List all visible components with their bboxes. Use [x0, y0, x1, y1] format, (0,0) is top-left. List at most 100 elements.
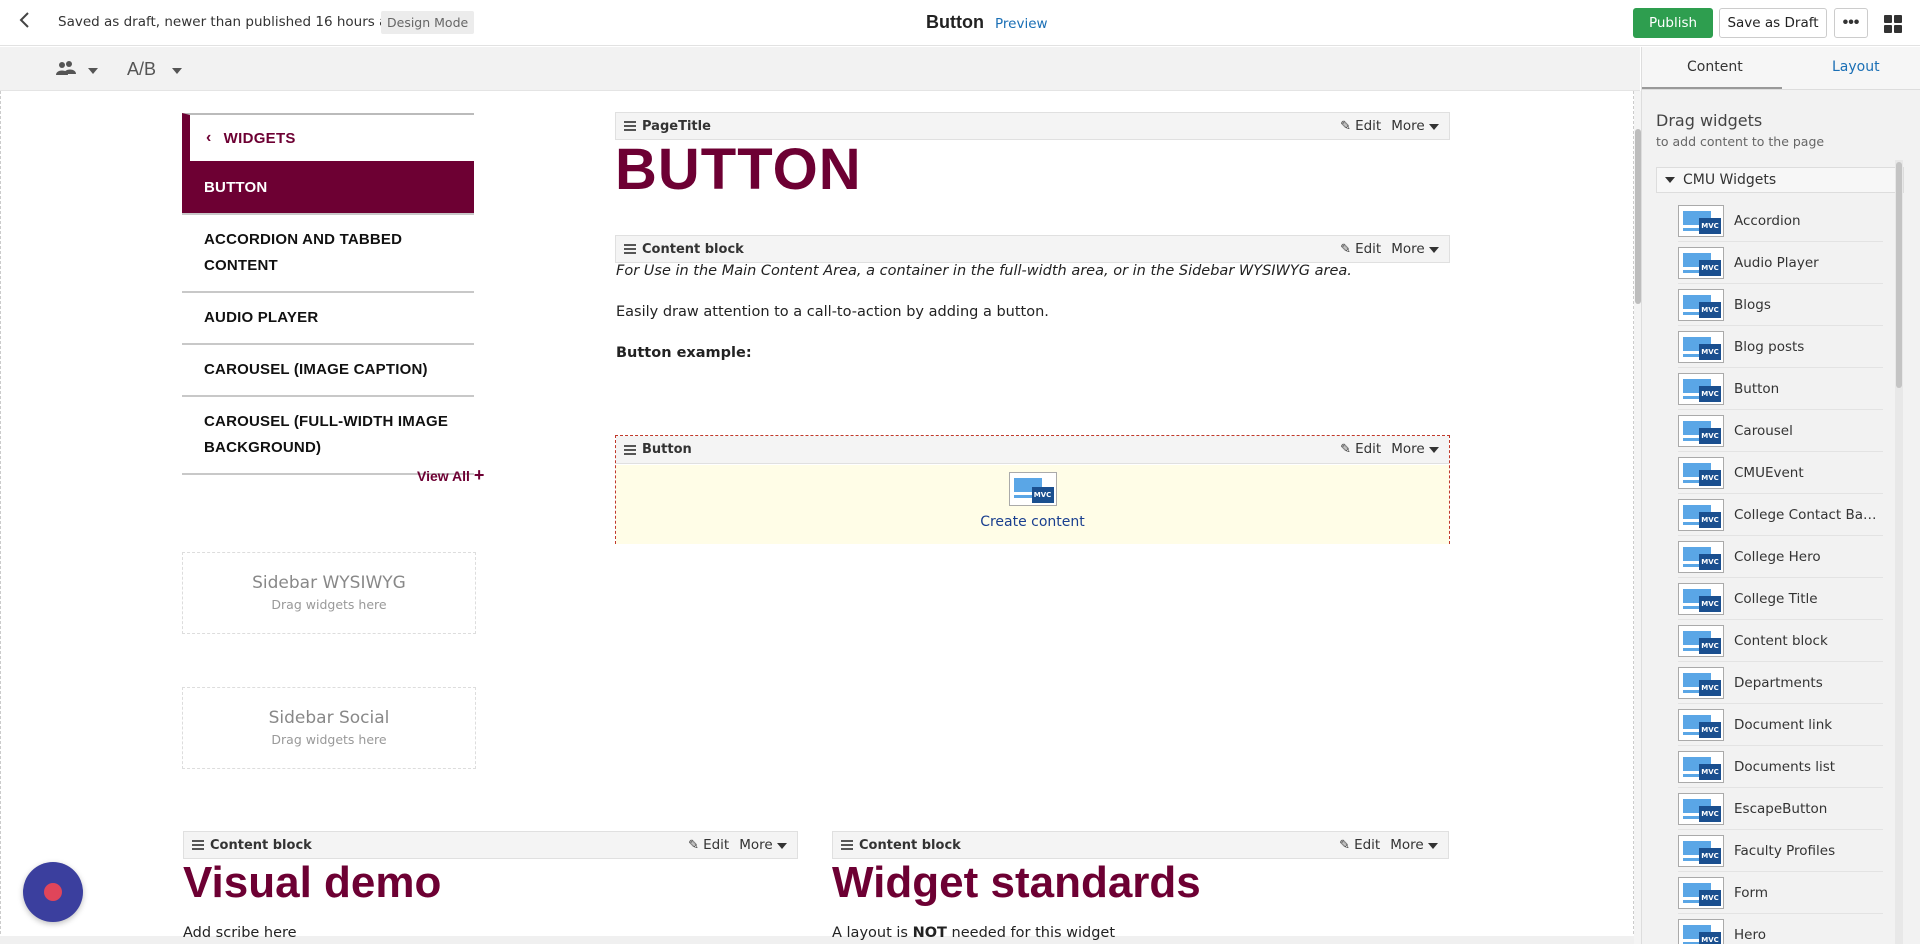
- pencil-icon: ✎: [1340, 119, 1352, 134]
- side-nav-item[interactable]: ACCORDION AND TABBED CONTENT: [182, 213, 474, 291]
- more-widget-menu[interactable]: More: [739, 837, 787, 853]
- chevron-down-icon[interactable]: [172, 68, 182, 74]
- widget-toolbar-button[interactable]: Button ✎ Edit More: [616, 436, 1449, 464]
- assistant-fab-button[interactable]: [23, 862, 83, 922]
- more-options-button[interactable]: •••: [1834, 8, 1868, 38]
- sidebar-social-dropzone[interactable]: Sidebar Social Drag widgets here: [182, 687, 476, 769]
- mvc-widget-icon: MVC: [1678, 330, 1724, 363]
- more-widget-menu[interactable]: More: [1390, 837, 1438, 853]
- widgets-side-nav: ‹ WIDGETS BUTTON ACCORDION AND TABBED CO…: [182, 113, 474, 475]
- dropzone-title: Sidebar Social: [268, 708, 390, 728]
- design-mode-badge: Design Mode: [381, 11, 475, 34]
- widget-list-item[interactable]: MVC Hero: [1678, 914, 1883, 944]
- more-widget-menu[interactable]: More: [1391, 441, 1439, 457]
- chevron-down-icon: [777, 843, 787, 849]
- widget-list-item[interactable]: MVC Faculty Profiles: [1678, 830, 1883, 872]
- mvc-widget-icon: MVC: [1678, 204, 1724, 237]
- personas-icon[interactable]: [56, 60, 76, 80]
- widget-list-item[interactable]: MVC Documents list: [1678, 746, 1883, 788]
- side-nav-back[interactable]: ‹ WIDGETS: [182, 113, 474, 161]
- drag-handle-icon[interactable]: [192, 840, 204, 850]
- side-nav-item[interactable]: CAROUSEL (FULL-WIDTH IMAGE BACKGROUND): [182, 395, 474, 475]
- widget-list-item[interactable]: MVC Departments: [1678, 662, 1883, 704]
- widget-standards-text: A layout is NOT needed for this widget: [832, 925, 1116, 941]
- active-tab-indicator: [1642, 87, 1782, 89]
- save-as-draft-button[interactable]: Save as Draft: [1719, 8, 1827, 38]
- mvc-widget-icon: MVC: [1678, 624, 1724, 657]
- widget-category-label: CMU Widgets: [1683, 172, 1777, 188]
- widget-list-item[interactable]: MVC Form: [1678, 872, 1883, 914]
- more-widget-menu[interactable]: More: [1391, 241, 1439, 257]
- widget-list-item[interactable]: MVC Blog posts: [1678, 326, 1883, 368]
- widget-list-item-label: Accordion: [1734, 212, 1801, 229]
- widget-list: MVC Accordion MVC Audio Player MVC Blogs MVC Bl…: [1678, 200, 1883, 944]
- side-nav-item[interactable]: BUTTON: [182, 161, 474, 213]
- sidebar-wysiwyg-dropzone[interactable]: Sidebar WYSIWYG Drag widgets here: [182, 552, 476, 634]
- button-widget[interactable]: Button ✎ Edit More MVC Create content: [615, 435, 1450, 544]
- widget-list-item[interactable]: MVC Document link: [1678, 704, 1883, 746]
- widget-list-item[interactable]: MVC Button: [1678, 368, 1883, 410]
- edit-widget-button[interactable]: ✎ Edit: [688, 837, 729, 853]
- chevron-down-icon: [1429, 447, 1439, 453]
- widget-name: Button: [642, 442, 692, 457]
- widget-toolbar-widget-standards[interactable]: Content block ✎ Edit More: [832, 831, 1449, 859]
- page-name: Button: [926, 12, 984, 32]
- widget-list-item[interactable]: MVC CMUEvent: [1678, 452, 1883, 494]
- panel-scrollbar[interactable]: [1895, 160, 1903, 944]
- edit-widget-button[interactable]: ✎ Edit: [1340, 441, 1381, 457]
- panel-title: Drag widgets: [1656, 111, 1763, 130]
- chevron-down-icon[interactable]: [88, 68, 98, 74]
- widget-list-item[interactable]: MVC Audio Player: [1678, 242, 1883, 284]
- chevron-down-icon: [1428, 843, 1438, 849]
- widget-list-item-label: Hero: [1734, 926, 1766, 943]
- publish-button[interactable]: Publish: [1633, 8, 1713, 38]
- preview-link[interactable]: Preview: [995, 16, 1048, 32]
- tab-content[interactable]: Content: [1687, 59, 1743, 75]
- mvc-widget-icon: MVC: [1008, 472, 1057, 506]
- widget-list-item[interactable]: MVC College Contact Bann...: [1678, 494, 1883, 536]
- edit-widget-button[interactable]: ✎ Edit: [1340, 241, 1381, 257]
- chevron-down-icon: [1429, 247, 1439, 253]
- widget-list-item[interactable]: MVC College Title: [1678, 578, 1883, 620]
- widget-standards-heading: Widget standards: [832, 858, 1201, 907]
- widget-list-item[interactable]: MVC Carousel: [1678, 410, 1883, 452]
- widget-name: Content block: [210, 837, 312, 853]
- edit-widget-button[interactable]: ✎ Edit: [1339, 837, 1380, 853]
- widget-list-item-label: Blogs: [1734, 296, 1771, 313]
- tab-layout[interactable]: Layout: [1832, 59, 1880, 75]
- widget-list-item-label: Faculty Profiles: [1734, 842, 1836, 859]
- widget-list-item[interactable]: MVC Blogs: [1678, 284, 1883, 326]
- visual-demo-heading: Visual demo: [183, 858, 442, 907]
- back-arrow-icon[interactable]: [14, 11, 36, 33]
- mvc-widget-icon: MVC: [1678, 876, 1724, 909]
- apps-grid-icon[interactable]: [1884, 15, 1902, 33]
- personalization-toolbar: A/B: [0, 47, 1640, 91]
- edit-widget-button[interactable]: ✎ Edit: [1340, 118, 1381, 134]
- widget-list-item-label: Carousel: [1734, 422, 1793, 439]
- view-all-label: View All: [417, 468, 470, 484]
- drag-handle-icon[interactable]: [624, 121, 636, 131]
- widget-toolbar-content-block[interactable]: Content block ✎ Edit More: [615, 235, 1450, 263]
- view-all-link[interactable]: View All +: [417, 465, 484, 486]
- drag-handle-icon[interactable]: [624, 444, 636, 455]
- widget-toolbar-visual-demo[interactable]: Content block ✎ Edit More: [183, 831, 798, 859]
- ab-test-selector[interactable]: A/B: [127, 59, 156, 80]
- widget-category-toggle[interactable]: CMU Widgets: [1656, 167, 1904, 193]
- chevron-down-icon: [1429, 124, 1439, 130]
- pencil-icon: ✎: [1340, 242, 1352, 257]
- mvc-widget-icon: MVC: [1678, 372, 1724, 405]
- mvc-widget-icon: MVC: [1678, 540, 1724, 573]
- mvc-widget-icon: MVC: [1678, 246, 1724, 279]
- drag-handle-icon[interactable]: [624, 244, 636, 254]
- side-nav-item[interactable]: CAROUSEL (IMAGE CAPTION): [182, 343, 474, 395]
- widget-list-item[interactable]: MVC College Hero: [1678, 536, 1883, 578]
- widgets-panel: Content Layout Drag widgets to add conte…: [1641, 47, 1920, 944]
- side-nav-item[interactable]: AUDIO PLAYER: [182, 291, 474, 343]
- widget-list-item-label: CMUEvent: [1734, 464, 1804, 481]
- create-content-link[interactable]: Create content: [616, 514, 1449, 530]
- widget-list-item[interactable]: MVC EscapeButton: [1678, 788, 1883, 830]
- more-widget-menu[interactable]: More: [1391, 118, 1439, 134]
- drag-handle-icon[interactable]: [841, 840, 853, 850]
- widget-list-item[interactable]: MVC Accordion: [1678, 200, 1883, 242]
- widget-list-item[interactable]: MVC Content block: [1678, 620, 1883, 662]
